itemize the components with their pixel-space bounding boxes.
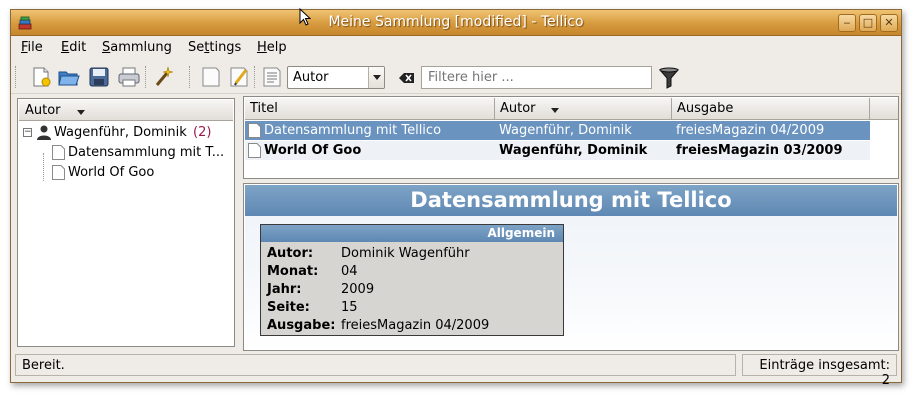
- new-document-icon[interactable]: [29, 65, 53, 89]
- print-icon[interactable]: [117, 65, 141, 89]
- tree-group-label: Wagenführ, Dominik: [54, 125, 187, 140]
- close-button[interactable]: ✕: [880, 14, 898, 32]
- toolbar-grip[interactable]: [15, 66, 18, 88]
- maximize-button[interactable]: □: [859, 14, 877, 32]
- menu-sammlung-label: ammlung: [110, 40, 172, 55]
- entry-list-view[interactable]: Titel Autor Ausgabe Datensammlung mit Te…: [243, 96, 899, 179]
- field-key: Autor:: [267, 246, 314, 261]
- clear-filter-icon[interactable]: [399, 72, 415, 84]
- detail-title: Datensammlung mit Tellico: [245, 185, 897, 216]
- menu-help[interactable]: Help: [257, 40, 287, 55]
- cell-autor: Wagenführ, Dominik: [499, 123, 632, 138]
- column-header-ausgabe[interactable]: Ausgabe: [672, 98, 870, 120]
- cell-titel: Datensammlung mit Tellico: [264, 123, 442, 138]
- field-value: 04: [341, 264, 358, 279]
- new-entry-icon[interactable]: [199, 65, 223, 89]
- entry-document-icon: [248, 143, 261, 158]
- table-row[interactable]: Datensammlung mit Tellico Wagenführ, Dom…: [245, 121, 870, 140]
- field-key: Ausgabe:: [267, 318, 336, 333]
- cell-titel: World Of Goo: [264, 143, 362, 158]
- entry-document-icon: [52, 145, 65, 160]
- tree-group-count: (2): [193, 125, 212, 140]
- field-value: 15: [341, 300, 358, 315]
- menu-settings-label: tings: [209, 40, 242, 55]
- group-by-select[interactable]: Autor: [287, 66, 385, 89]
- status-message: Bereit.: [15, 354, 736, 376]
- menu-edit-mnemonic: E: [61, 40, 70, 55]
- entry-document-icon: [52, 165, 65, 180]
- column-header-titel[interactable]: Titel: [245, 98, 495, 120]
- cell-ausgabe: freiesMagazin 04/2009: [676, 123, 825, 138]
- tree-column-header[interactable]: Autor: [19, 100, 233, 121]
- column-header-autor[interactable]: Autor: [495, 98, 672, 120]
- tree-entry-row[interactable]: Datensammlung mit T...: [49, 143, 233, 163]
- tree-group-row[interactable]: − Wagenführ, Dominik (2): [19, 123, 233, 143]
- menu-file-label: ile: [27, 40, 43, 55]
- menu-help-label: elp: [266, 40, 287, 55]
- menu-sammlung[interactable]: Sammlung: [102, 40, 172, 55]
- filter-input[interactable]: [421, 66, 652, 89]
- save-disk-icon[interactable]: [87, 65, 111, 89]
- tree-entry-label: Datensammlung mit T...: [68, 145, 225, 160]
- detail-background: Datensammlung mit Tellico Allgemein Auto…: [245, 185, 897, 349]
- column-header-label: Titel: [250, 101, 278, 116]
- filter-funnel-icon[interactable]: [659, 67, 679, 89]
- magic-wand-icon[interactable]: [152, 65, 176, 89]
- tree-entry-row[interactable]: World Of Goo: [49, 163, 233, 183]
- cell-autor: Wagenführ, Dominik: [499, 143, 648, 158]
- sort-descending-icon: [77, 110, 85, 115]
- entry-document-icon: [248, 123, 261, 138]
- edit-entry-icon[interactable]: [227, 65, 251, 89]
- field-value: Dominik Wagenführ: [341, 246, 470, 261]
- application-window: Meine Sammlung [modified] - Tellico ‒ □ …: [10, 9, 902, 388]
- menu-bar: File Edit Sammlung Settings Help: [11, 37, 901, 59]
- column-header-label: Autor: [500, 101, 536, 116]
- menu-edit-label: dit: [69, 40, 87, 55]
- tree-header-label: Autor: [25, 103, 61, 118]
- mouse-cursor-icon: [299, 8, 311, 26]
- field-group-title: Allgemein: [261, 225, 563, 242]
- field-key: Seite:: [267, 300, 310, 315]
- column-header-label: Ausgabe: [677, 101, 734, 116]
- menu-file[interactable]: File: [21, 40, 43, 55]
- detail-field-group: Allgemein Autor: Dominik Wagenführ Monat…: [260, 224, 564, 336]
- main-toolbar: Autor: [11, 60, 901, 94]
- tree-entry-label: World Of Goo: [68, 165, 155, 180]
- sort-descending-icon: [551, 108, 559, 113]
- cell-ausgabe: freiesMagazin 03/2009: [676, 143, 843, 158]
- toolbar-grip-4[interactable]: [254, 66, 257, 88]
- entry-detail-view[interactable]: Datensammlung mit Tellico Allgemein Auto…: [243, 183, 899, 351]
- open-folder-icon[interactable]: [57, 65, 81, 89]
- table-row[interactable]: World Of Goo Wagenführ, Dominik freiesMa…: [245, 141, 870, 160]
- menu-settings-prefix: Se: [188, 40, 205, 55]
- status-entry-count: Einträge insgesamt: 2: [742, 354, 897, 388]
- window-title: Meine Sammlung [modified] - Tellico: [328, 14, 584, 30]
- person-icon: [37, 125, 51, 140]
- group-by-value: Autor: [293, 70, 329, 85]
- column-header-filler: [870, 98, 898, 120]
- minimize-button[interactable]: ‒: [838, 14, 856, 32]
- toolbar-grip-2[interactable]: [145, 66, 148, 88]
- field-value: 2009: [341, 282, 375, 297]
- menu-help-mnemonic: H: [257, 40, 267, 55]
- field-key: Jahr:: [267, 282, 302, 297]
- group-tree-view[interactable]: Autor − Wagenführ, Dominik (2) Datensamm…: [17, 98, 235, 347]
- menu-edit[interactable]: Edit: [61, 40, 86, 55]
- field-key: Monat:: [267, 264, 319, 279]
- tree-connector-line: [43, 153, 44, 181]
- collapse-icon[interactable]: −: [23, 128, 32, 137]
- report-icon[interactable]: [260, 65, 284, 89]
- toolbar-grip-3[interactable]: [189, 66, 192, 88]
- chevron-down-icon[interactable]: [368, 67, 384, 88]
- field-value: freiesMagazin 04/2009: [341, 318, 490, 333]
- menu-settings[interactable]: Settings: [188, 40, 241, 55]
- title-bar[interactable]: Meine Sammlung [modified] - Tellico ‒ □ …: [11, 10, 901, 36]
